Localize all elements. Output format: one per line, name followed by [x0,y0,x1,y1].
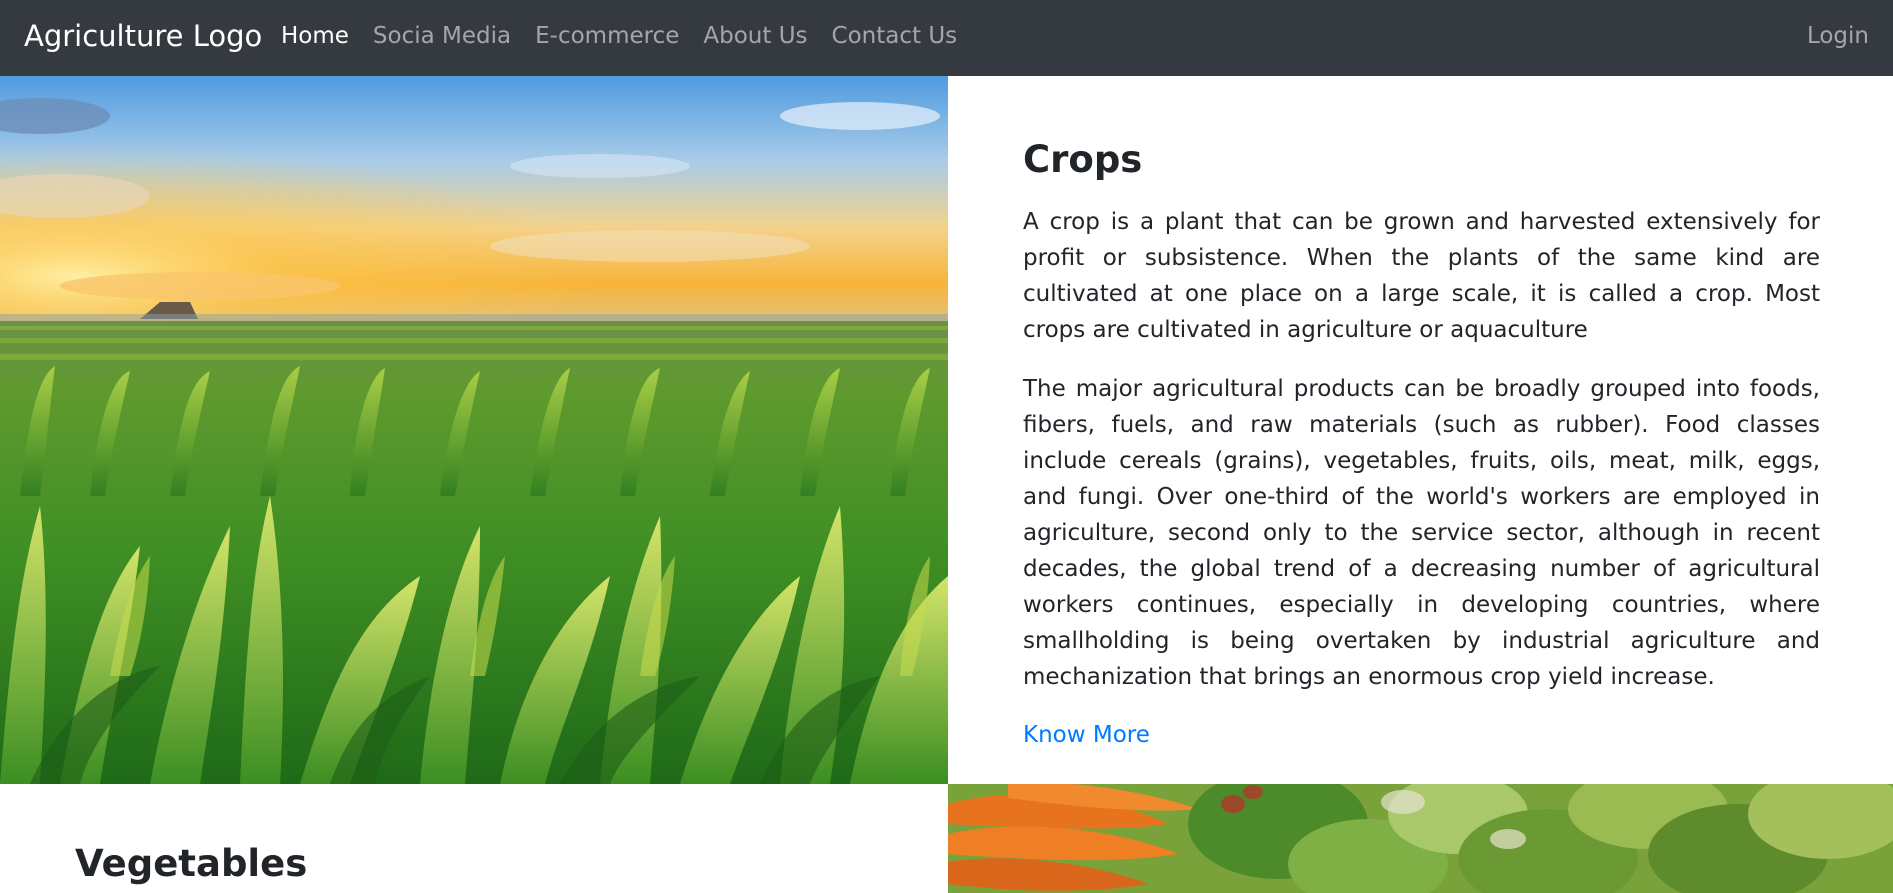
nav-ecommerce[interactable]: E-commerce [535,23,679,49]
crops-paragraph-1: A crop is a plant that can be grown and … [1023,209,1820,343]
vegetables-photo [948,784,1893,893]
nav-contact-us[interactable]: Contact Us [832,23,958,49]
nav-about-us[interactable]: About Us [703,23,807,49]
brand-logo[interactable]: Agriculture Logo [24,16,262,56]
nav-social-media[interactable]: Socia Media [373,23,511,49]
corn-field-photo [0,76,948,784]
login-link[interactable]: Login [1807,18,1869,54]
crops-section: Crops A crop is a plant that can be grow… [1023,76,1820,753]
nav-home[interactable]: Home [281,23,349,49]
crops-image [0,76,948,784]
navbar: Agriculture Logo Home Socia Media E-comm… [0,0,1893,76]
vegetables-image [948,784,1893,893]
vegetables-section: Vegetables [75,842,307,886]
know-more-link[interactable]: Know More [1023,717,1150,753]
crops-title: Crops [1023,138,1143,181]
vegetables-title: Vegetables [75,842,308,885]
nav-links: Home Socia Media E-commerce About Us Con… [281,18,981,54]
crops-paragraph-2: The major agricultural products can be b… [1023,376,1820,690]
